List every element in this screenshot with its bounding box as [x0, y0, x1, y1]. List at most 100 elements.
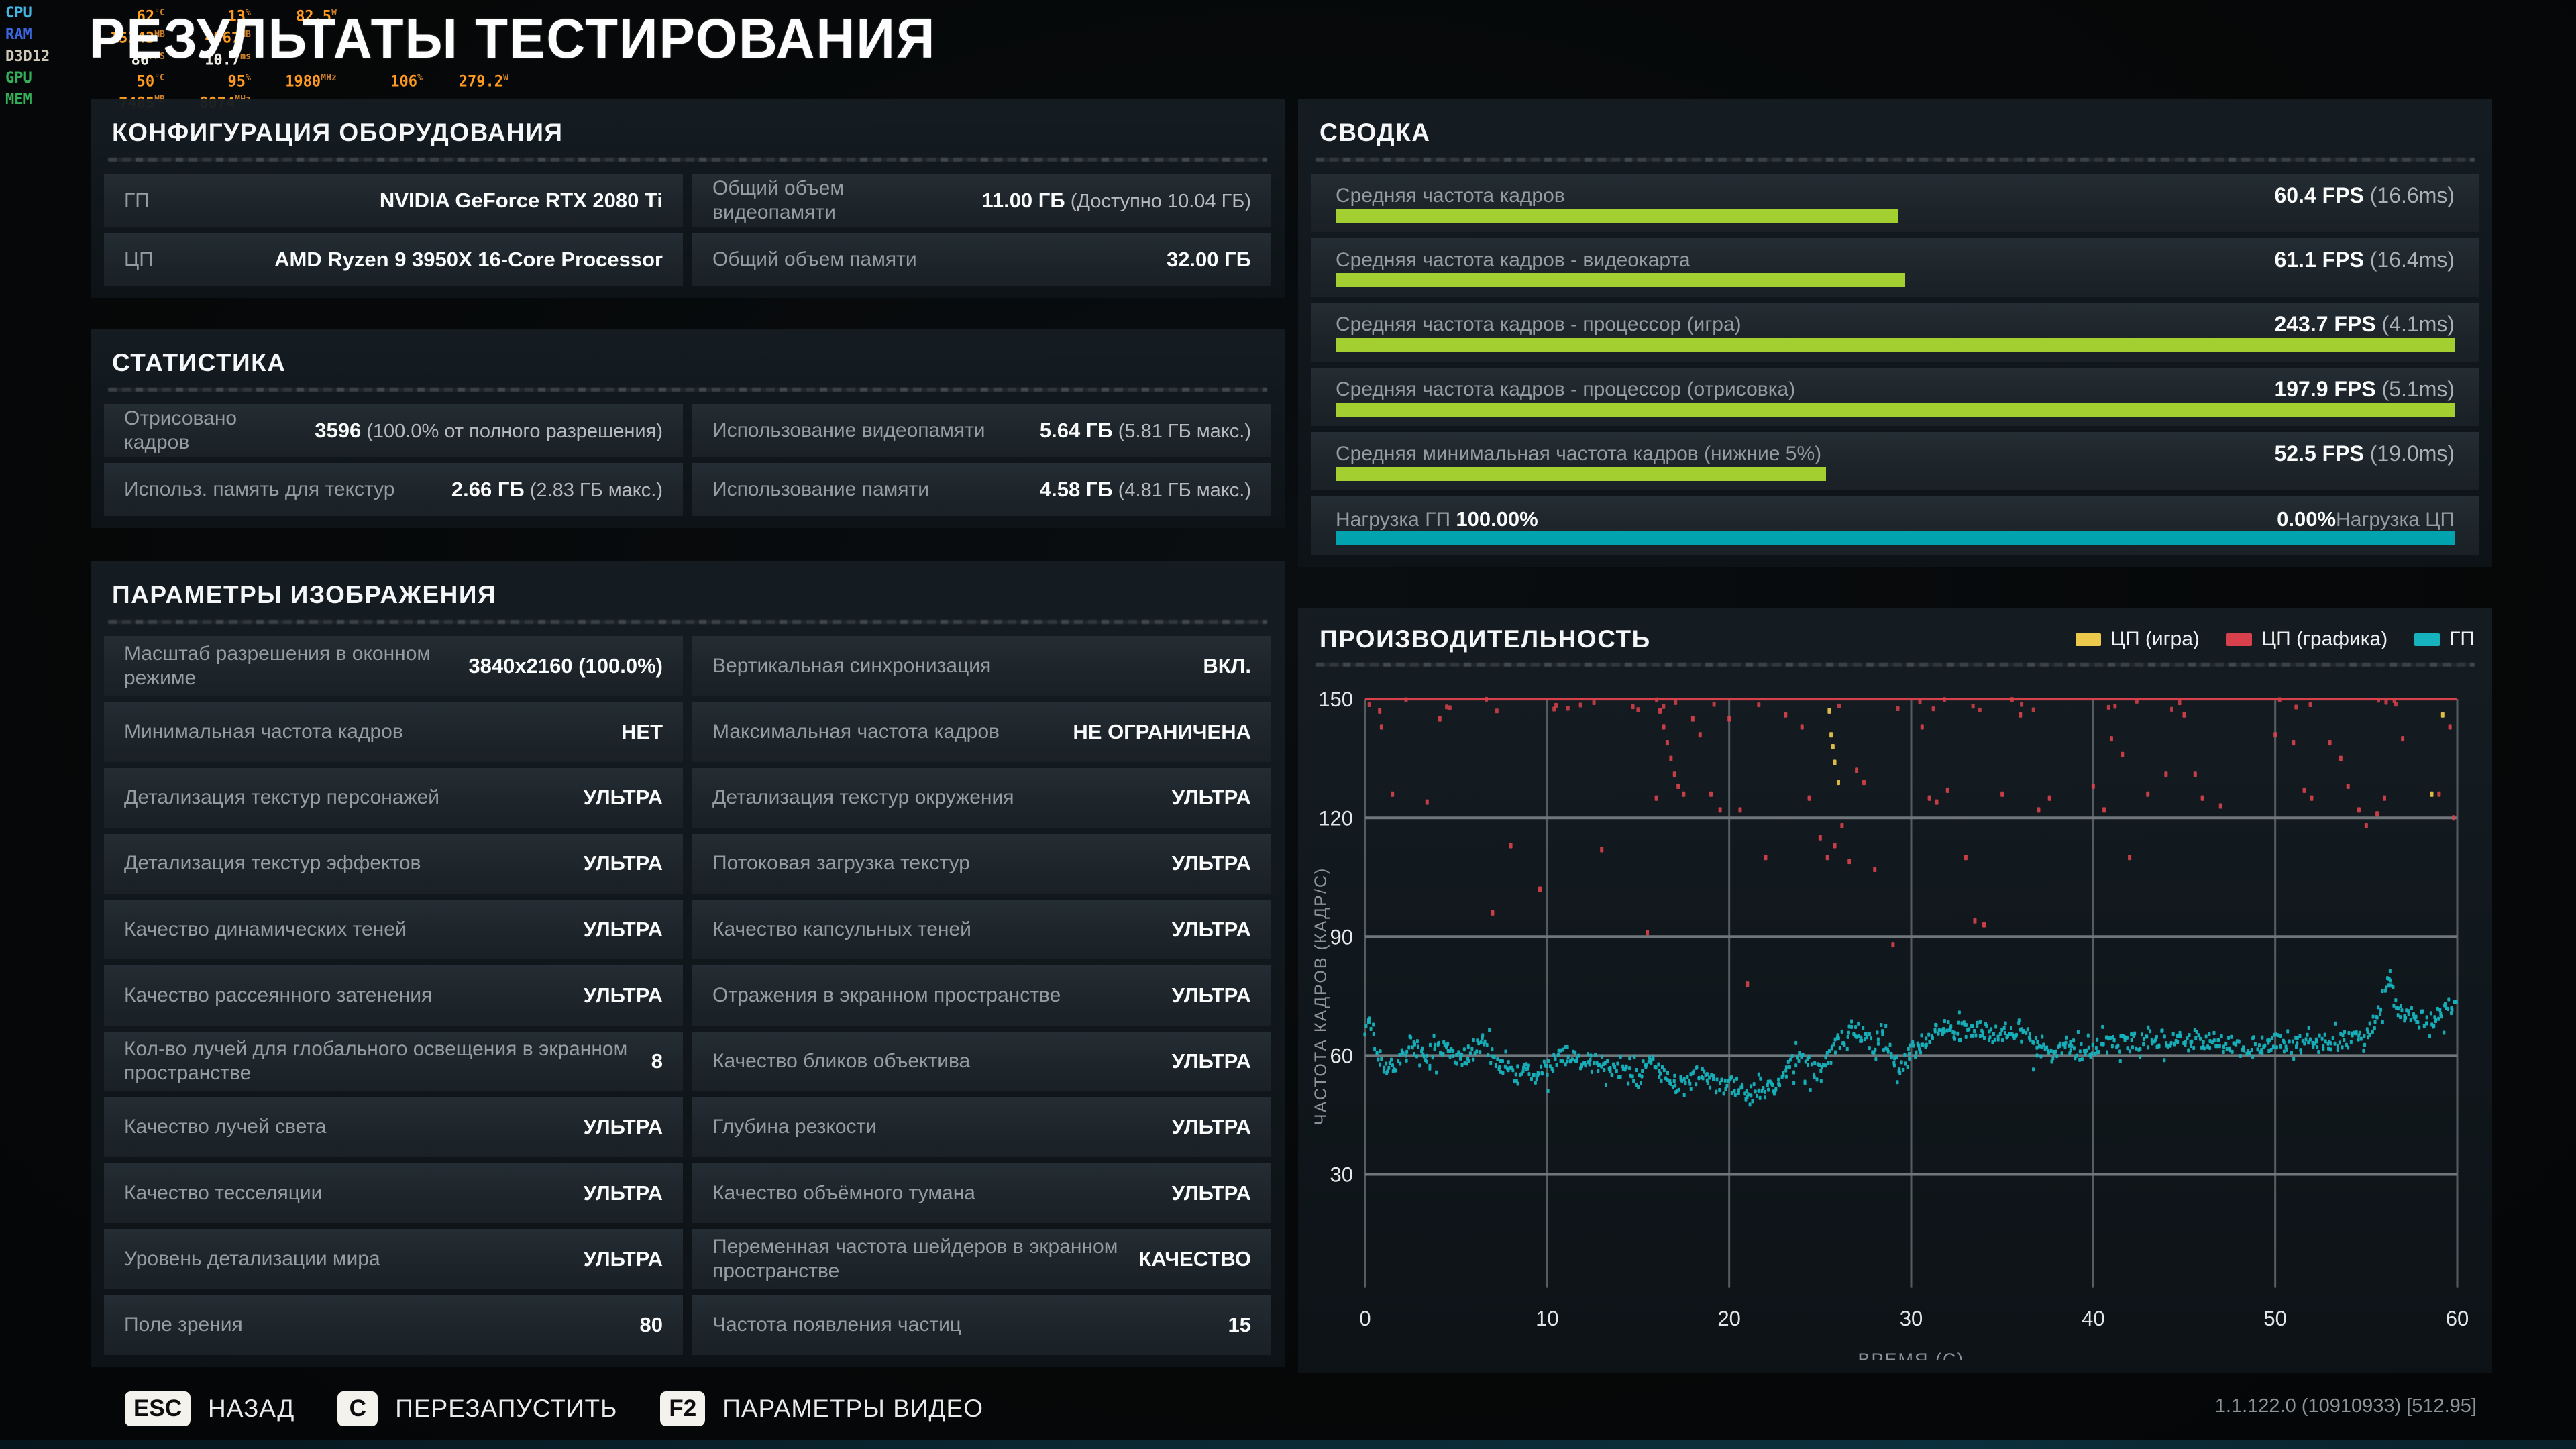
data-point	[2288, 1039, 2291, 1044]
setting-label: Качество тесселяции	[124, 1181, 323, 1204]
data-point	[2078, 1057, 2082, 1062]
data-point	[2318, 1033, 2321, 1038]
setting-tile: Детализация текстур эффектов УЛЬТРА	[104, 833, 683, 894]
data-point	[2292, 1057, 2296, 1061]
data-point	[1715, 1089, 1718, 1094]
data-point	[2130, 1032, 2133, 1037]
data-point	[2069, 1048, 2072, 1053]
data-point	[1857, 1021, 1860, 1026]
data-point	[1684, 1081, 1687, 1085]
bottom-strip	[0, 1440, 2576, 1449]
data-point	[2097, 1050, 2100, 1055]
data-point	[2430, 791, 2434, 797]
data-point	[1990, 1027, 1993, 1032]
footer-hint-c[interactable]: C ПЕРЕЗАПУСТИТЬ	[337, 1391, 617, 1426]
setting-label: Потоковая загрузка текстур	[712, 852, 970, 875]
data-point	[2363, 1033, 2366, 1038]
data-point	[1379, 724, 1383, 730]
data-point	[1797, 1059, 1801, 1063]
data-point	[2085, 1048, 2088, 1053]
data-point	[1498, 1065, 1501, 1069]
data-point	[1635, 1068, 1638, 1073]
data-point	[2037, 1044, 2041, 1049]
setting-label: Переменная частота шейдеров в экранном п…	[712, 1236, 1118, 1283]
data-point	[1992, 1032, 1995, 1036]
data-point	[1665, 740, 1669, 746]
data-point	[1868, 1032, 1871, 1036]
summary-ms: (4.1ms)	[2381, 312, 2455, 337]
data-point	[1764, 1095, 1767, 1100]
setting-label: Детализация текстур окружения	[712, 786, 1014, 809]
footer-hint-f2[interactable]: F2 ПАРАМЕТРЫ ВИДЕО	[660, 1391, 983, 1426]
data-point	[1949, 1024, 1953, 1029]
benchmark-results-screen: CPU 62°C 13% 82.5W RAM 15143MB 4967MB D3D12 86FP…	[0, 0, 2576, 1449]
data-point	[1674, 1083, 1677, 1088]
data-point	[1363, 1032, 1366, 1037]
fps-bar-fill	[1336, 337, 2455, 352]
setting-label: Поле зрения	[124, 1313, 243, 1336]
data-point	[1472, 1038, 1475, 1042]
data-point	[2285, 1047, 2288, 1052]
setting-tile: Минимальная частота кадров НЕТ	[104, 702, 683, 762]
data-point	[2208, 1032, 2211, 1036]
data-point	[2334, 1021, 2337, 1026]
data-point	[2130, 1038, 2133, 1042]
data-point	[1636, 707, 1640, 712]
data-point	[2065, 1035, 2068, 1040]
data-point	[1706, 1081, 1709, 1085]
data-point	[1915, 1050, 1918, 1055]
data-point	[2429, 1011, 2432, 1016]
setting-value: УЛЬТРА	[1171, 1115, 1251, 1139]
data-point	[2075, 1053, 2078, 1058]
stats-row: Использ. память для текстур 2.66 ГБ (2.83…	[104, 463, 1271, 516]
data-point	[1909, 1043, 1912, 1048]
setting-tile: Качество лучей света УЛЬТРА	[104, 1097, 683, 1158]
data-point	[2224, 1041, 2228, 1046]
data-point	[2184, 1040, 2187, 1044]
panel-summary: СВОДКА Средняя частота кадров 60.4 FPS (1…	[1298, 99, 2492, 567]
footer-hint-esc[interactable]: ESC НАЗАД	[125, 1391, 294, 1426]
legend-item: ГП	[2414, 628, 2475, 651]
data-point	[1399, 1061, 1402, 1066]
data-point	[1788, 1057, 1792, 1062]
data-point	[1495, 708, 1499, 714]
setting-value: AMD Ryzen 9 3950X 16-Core Processor	[274, 247, 663, 271]
data-point	[2425, 1021, 2428, 1026]
data-point	[1552, 1068, 1555, 1073]
data-point	[2139, 1046, 2142, 1051]
data-point	[2316, 1045, 2319, 1050]
data-point	[1527, 1072, 1531, 1077]
data-point	[2218, 1044, 2221, 1049]
data-point	[1752, 1082, 1756, 1087]
data-point	[2381, 1020, 2384, 1024]
data-point	[2362, 1048, 2365, 1053]
data-point	[1735, 1076, 1739, 1081]
data-point	[1855, 767, 1859, 773]
data-point	[1655, 697, 1659, 702]
data-point	[1555, 1063, 1558, 1067]
summary-label: Средняя минимальная частота кадров (нижн…	[1336, 442, 1822, 465]
data-point	[2212, 1038, 2216, 1043]
data-point	[1574, 1050, 1577, 1055]
data-point	[1720, 1077, 1723, 1082]
setting-tile: Поле зрения 80	[104, 1295, 683, 1355]
data-point	[1507, 1060, 1510, 1065]
data-point	[2261, 1035, 2264, 1040]
data-point	[2277, 697, 2282, 702]
data-point	[2161, 1028, 2164, 1033]
setting-tile: Использование видеопамяти 5.64 ГБ (5.81 Г…	[692, 404, 1271, 457]
data-point	[1465, 1061, 1468, 1066]
data-point	[2058, 1041, 2061, 1046]
data-point	[1448, 1054, 1452, 1059]
data-point	[1445, 704, 1449, 710]
x-tick-label: 20	[1717, 1307, 1740, 1330]
setting-tile: Общий объем памяти 32.00 ГБ	[692, 233, 1271, 286]
setting-value: 11.00 ГБ (Доступно 10.04 ГБ)	[981, 188, 1251, 212]
data-point	[1459, 1056, 1462, 1061]
data-point	[2102, 807, 2106, 813]
data-point	[1369, 1026, 1373, 1031]
data-point	[2118, 1049, 2121, 1054]
data-point	[2198, 1036, 2202, 1041]
divider	[1316, 158, 2475, 162]
data-point	[1914, 1055, 1917, 1059]
